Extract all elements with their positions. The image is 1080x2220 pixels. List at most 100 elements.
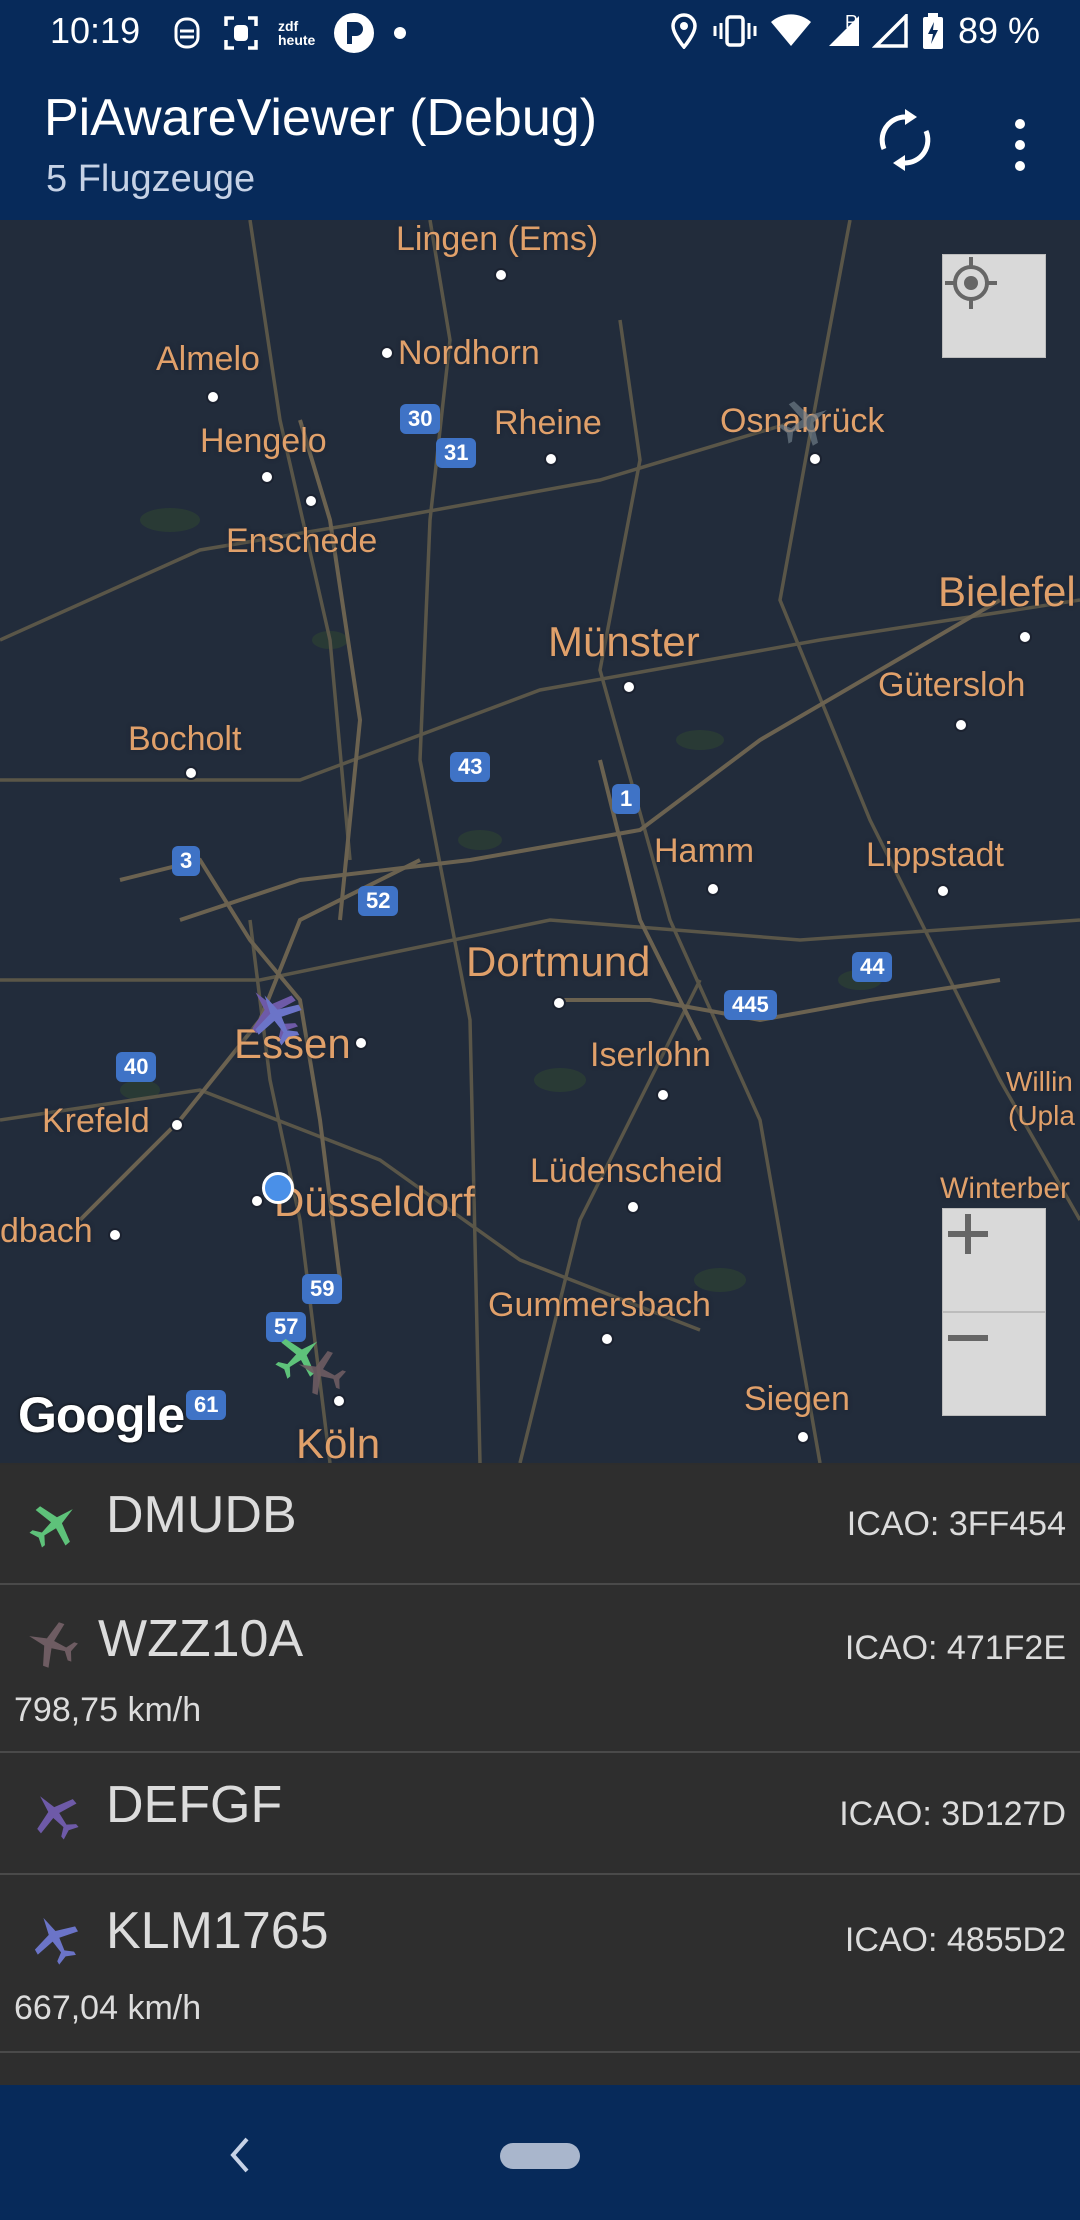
zdf-heute-icon: zdf heute — [278, 19, 315, 47]
airplane-icon — [34, 1917, 78, 1965]
city-label: Rheine — [494, 404, 602, 442]
screenshot-icon — [224, 16, 258, 50]
highway-shield: 61 — [186, 1390, 227, 1420]
map-view[interactable]: Lingen (Ems) Nordhorn Almelo Hengelo Rhe… — [0, 220, 1080, 1463]
city-label: Dortmund — [466, 938, 651, 985]
city-dot — [544, 452, 558, 466]
city-label: Iserlohn — [590, 1036, 711, 1074]
aircraft-icao: ICAO: 4855D2 — [844, 1921, 1066, 1959]
aircraft-count-subtitle: 5 Flugzeuge — [46, 158, 256, 200]
signal-roaming-label: R — [844, 11, 858, 32]
status-right-icons: R 89 % — [669, 10, 1040, 52]
aircraft-list-item[interactable]: WZZ10A ICAO: 471F2E 798,75 km/h — [0, 1585, 1080, 1753]
city-dot — [184, 766, 198, 780]
aircraft-list-item[interactable]: KLM1765 ICAO: 4855D2 667,04 km/h — [0, 1875, 1080, 2053]
location-icon — [671, 13, 697, 49]
city-dot — [622, 680, 636, 694]
my-location-button[interactable] — [942, 254, 1046, 358]
aircraft-list-item[interactable]: DEFGF ICAO: 3D127D — [0, 1753, 1080, 1875]
aircraft-speed: 667,04 km/h — [14, 1989, 202, 2027]
my-location-dot — [262, 1172, 294, 1204]
zdf-label: zdf — [278, 18, 299, 34]
city-label: Nordhorn — [398, 334, 540, 372]
home-pill[interactable] — [500, 2143, 580, 2169]
city-dot — [552, 996, 566, 1010]
app-title: PiAwareViewer (Debug) — [44, 89, 598, 147]
city-label: Lippstadt — [866, 836, 1004, 874]
back-icon[interactable] — [215, 2125, 265, 2185]
city-label: Gummersbach — [488, 1286, 711, 1324]
aircraft-callsign: KLM1765 — [106, 1902, 329, 1960]
city-dot — [626, 1200, 640, 1214]
city-label: dbach — [0, 1212, 93, 1250]
city-dot — [494, 268, 508, 282]
aircraft-list[interactable]: DMUDB ICAO: 3FF454 WZZ10A ICAO: 471F2E 7… — [0, 1465, 1080, 2085]
my-location-icon — [945, 257, 997, 309]
highway-shield: 43 — [450, 752, 491, 782]
city-dot — [108, 1228, 122, 1242]
city-dot — [1018, 630, 1032, 644]
dot-icon — [394, 27, 407, 39]
city-label: Lingen (Ems) — [396, 220, 599, 258]
city-dot — [170, 1118, 184, 1132]
city-label: Siegen — [744, 1380, 850, 1418]
city-dot — [808, 452, 822, 466]
aircraft-marker[interactable] — [776, 392, 836, 452]
city-dot — [796, 1430, 810, 1444]
city-label: Hamm — [654, 832, 755, 870]
pocketcasts-icon — [334, 13, 375, 53]
signal-icon-2 — [871, 14, 908, 48]
city-label: Münster — [548, 618, 700, 665]
city-dot — [656, 1088, 670, 1102]
city-label: Almelo — [156, 340, 260, 378]
highway-shield: 52 — [358, 886, 399, 916]
city-label: (Upla — [1008, 1100, 1075, 1131]
status-left-icons: zdf heute — [170, 12, 407, 54]
zoom-out-button[interactable] — [942, 1312, 1046, 1416]
city-dot — [954, 718, 968, 732]
aircraft-callsign: WZZ10A — [98, 1610, 304, 1668]
aircraft-list-item-partial[interactable] — [0, 2053, 1080, 2085]
heute-label: heute — [278, 32, 316, 48]
zoom-out-icon — [948, 1335, 988, 1341]
airplane-icon — [37, 1796, 79, 1840]
city-label: Köln — [296, 1420, 381, 1463]
aircraft-list-item[interactable]: DMUDB ICAO: 3FF454 — [0, 1465, 1080, 1585]
aircraft-speed: 798,75 km/h — [14, 1691, 202, 1729]
city-label: Krefeld — [42, 1102, 150, 1140]
airplane-icon — [29, 1506, 73, 1548]
city-dot — [706, 882, 720, 896]
city-dot — [206, 390, 220, 404]
wifi-icon — [770, 14, 811, 46]
aircraft-marker[interactable] — [246, 986, 308, 1048]
aircraft-callsign: DMUDB — [106, 1486, 297, 1544]
city-dot — [936, 884, 950, 898]
highway-shield: 445 — [724, 990, 777, 1020]
highway-shield: 59 — [302, 1274, 343, 1304]
google-logo: Google — [18, 1387, 185, 1443]
more-vert-icon[interactable] — [1000, 110, 1040, 180]
city-label: Bielefel — [938, 568, 1076, 615]
city-dot — [354, 1036, 368, 1050]
aircraft-icao: ICAO: 471F2E — [844, 1629, 1066, 1667]
highway-shield: 3 — [172, 846, 201, 876]
navigation-bar — [0, 2085, 1080, 2220]
zoom-in-button[interactable] — [942, 1208, 1046, 1312]
city-label: Willin — [1006, 1066, 1073, 1097]
vibrate-icon — [713, 15, 757, 47]
aircraft-icao: ICAO: 3FF454 — [846, 1505, 1066, 1543]
airplane-icon — [29, 1622, 78, 1668]
city-dot — [380, 346, 394, 360]
battery-percent: 89 % — [957, 10, 1040, 51]
aircraft-callsign: DEFGF — [106, 1776, 283, 1834]
aircraft-icao: ICAO: 3D127D — [839, 1795, 1066, 1833]
refresh-icon[interactable] — [870, 105, 940, 175]
highway-shield: 30 — [400, 404, 441, 434]
aircraft-marker[interactable] — [292, 1344, 348, 1400]
highway-shield: 40 — [116, 1052, 157, 1082]
face-unlock-icon — [174, 17, 200, 49]
city-label: Bocholt — [128, 720, 242, 758]
city-label: Düsseldorf — [274, 1178, 475, 1225]
zoom-in-icon — [948, 1214, 988, 1254]
city-label: Hengelo — [200, 422, 327, 460]
